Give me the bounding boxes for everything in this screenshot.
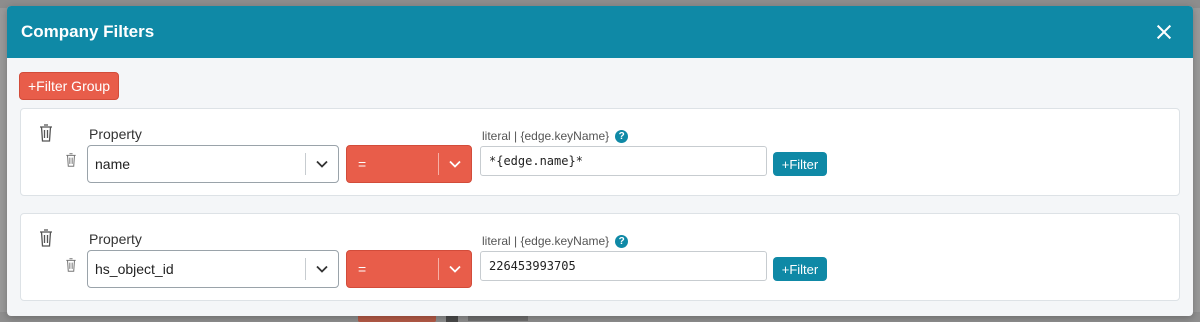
chevron-down-icon[interactable] — [306, 251, 338, 287]
property-label: Property — [89, 231, 142, 247]
literal-input[interactable]: 226453993705 — [480, 251, 767, 281]
filter-group-1: Property name = literal | {edge.keyName}… — [20, 108, 1180, 196]
trash-icon[interactable] — [65, 153, 77, 167]
chevron-down-icon[interactable] — [306, 146, 338, 182]
add-filter-button[interactable]: +Filter — [773, 152, 827, 176]
literal-input[interactable]: *{edge.name}* — [480, 146, 767, 176]
property-select[interactable]: hs_object_id — [87, 250, 339, 288]
modal-title: Company Filters — [21, 22, 155, 41]
add-filter-group-button[interactable]: +Filter Group — [19, 72, 120, 100]
modal-body: +Filter Group — [7, 58, 1193, 114]
property-value: hs_object_id — [95, 261, 174, 277]
modal-header: Company Filters — [7, 6, 1193, 58]
operator-select[interactable]: = — [346, 145, 472, 183]
company-filters-modal: Company Filters +Filter Group Property n… — [7, 6, 1193, 316]
chevron-down-icon[interactable] — [439, 251, 471, 287]
property-value: name — [95, 156, 131, 172]
add-filter-button[interactable]: +Filter — [773, 257, 827, 281]
chevron-down-icon[interactable] — [439, 146, 471, 182]
trash-icon[interactable] — [39, 124, 53, 142]
help-icon[interactable]: ? — [615, 234, 629, 248]
trash-icon[interactable] — [65, 258, 77, 272]
literal-label: literal | {edge.keyName} ? — [482, 234, 629, 248]
help-icon[interactable]: ? — [615, 129, 629, 143]
literal-label: literal | {edge.keyName} ? — [482, 129, 629, 143]
operator-select[interactable]: = — [346, 250, 472, 288]
trash-icon[interactable] — [39, 229, 53, 247]
operator-value: = — [358, 261, 367, 277]
operator-value: = — [358, 156, 367, 172]
filter-group-2: Property hs_object_id = literal | {edge.… — [20, 213, 1180, 301]
close-icon[interactable] — [1153, 21, 1175, 43]
property-select[interactable]: name — [87, 145, 339, 183]
property-label: Property — [89, 126, 142, 142]
